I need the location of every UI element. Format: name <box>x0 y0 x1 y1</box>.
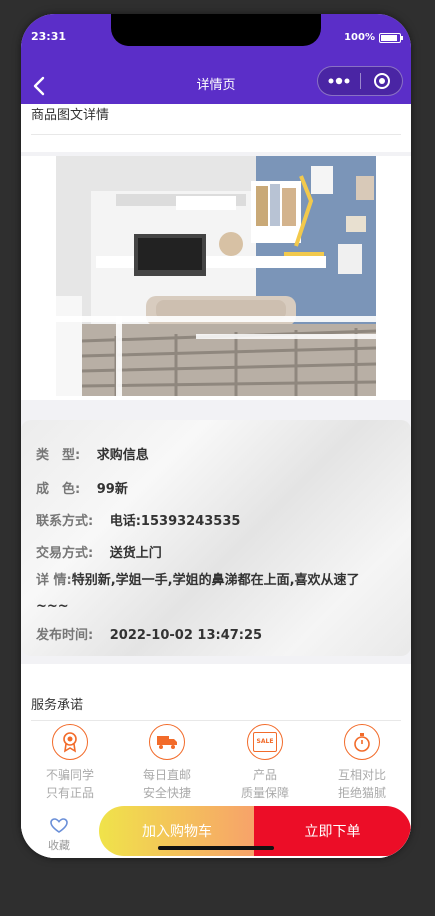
service-line: 互相对比 <box>337 768 386 782</box>
service-section-title: 服务承诺 <box>31 698 84 713</box>
service-line: 不骗同学 <box>45 768 94 782</box>
info-value[interactable]: 电话:15393243535 <box>110 514 241 529</box>
more-dots-icon <box>328 77 350 85</box>
notch <box>111 14 321 46</box>
sale-tag-icon: SALE <box>247 724 283 760</box>
favorite-label: 收藏 <box>48 839 70 852</box>
product-photo[interactable] <box>56 156 376 396</box>
status-battery: 100% <box>344 32 403 43</box>
status-time: 23:31 <box>31 30 67 43</box>
sale-badge: SALE <box>253 732 277 752</box>
info-row-type: 类 型: 求购信息 <box>36 444 149 463</box>
more-button[interactable] <box>318 67 360 95</box>
truck-icon <box>149 724 185 760</box>
heart-icon <box>50 818 68 833</box>
detail-content[interactable]: 商品图文详情 类 型: 求购信息 成 色: 99新 联系方式: 电话:15393… <box>21 104 411 858</box>
info-row-condition: 成 色: 99新 <box>36 478 128 497</box>
bed-desk-photo <box>56 156 376 396</box>
favorite-button[interactable]: 收藏 <box>39 818 79 853</box>
buy-now-button[interactable]: 立即下单 <box>254 806 411 856</box>
mini-program-capsule <box>317 66 403 96</box>
info-value: 送货上门 <box>109 546 162 561</box>
service-line: 只有正品 <box>45 786 94 800</box>
info-label: 详 情: <box>36 573 72 588</box>
detail-section-title: 商品图文详情 <box>31 108 110 123</box>
info-value: 99新 <box>96 482 128 497</box>
target-circle-icon <box>373 73 390 89</box>
info-row-contact: 联系方式: 电话:15393243535 <box>36 510 240 529</box>
info-label: 成 色: <box>36 482 81 497</box>
close-mini-program-button[interactable] <box>361 67 402 95</box>
service-item-quality: SALE 产品 质量保障 <box>225 724 305 802</box>
product-image-card <box>21 156 411 400</box>
service-line: 质量保障 <box>240 786 289 800</box>
phone-frame: 23:31 100% 详情页 商品图文详情 类 型: 求购信息 成 色: 99新… <box>21 14 411 858</box>
battery-text: 100% <box>344 32 375 43</box>
info-value: 求购信息 <box>96 448 149 463</box>
service-item-genuine: 不骗同学 只有正品 <box>30 724 110 802</box>
service-item-delivery: 每日直邮 安全快捷 <box>127 724 207 802</box>
service-line: 安全快捷 <box>142 786 191 800</box>
service-line: 每日直邮 <box>142 768 191 782</box>
info-label: 发布时间: <box>36 628 94 643</box>
divider <box>31 720 401 721</box>
info-value: 特别新,学姐一手,学姐的鼻涕都在上面,喜欢从速了~~~ <box>36 573 360 614</box>
service-item-compare: 互相对比 拒绝猫腻 <box>322 724 402 802</box>
battery-icon <box>379 32 403 43</box>
info-row-trade-method: 交易方式: 送货上门 <box>36 542 162 561</box>
info-label: 交易方式: <box>36 546 94 561</box>
divider <box>31 134 401 135</box>
product-info-card: 类 型: 求购信息 成 色: 99新 联系方式: 电话:15393243535 … <box>21 420 411 656</box>
service-line: 产品 <box>252 768 277 782</box>
info-label: 联系方式: <box>36 514 94 529</box>
home-indicator <box>158 846 274 850</box>
info-label: 类 型: <box>36 448 81 463</box>
stopwatch-icon <box>344 724 380 760</box>
info-row-publish-time: 发布时间: 2022-10-02 13:47:25 <box>36 624 262 643</box>
info-value: 2022-10-02 13:47:25 <box>109 628 263 643</box>
info-row-description: 详 情:特别新,学姐一手,学姐的鼻涕都在上面,喜欢从速了~~~ <box>36 568 386 620</box>
service-line: 拒绝猫腻 <box>337 786 386 800</box>
medal-icon <box>52 724 88 760</box>
